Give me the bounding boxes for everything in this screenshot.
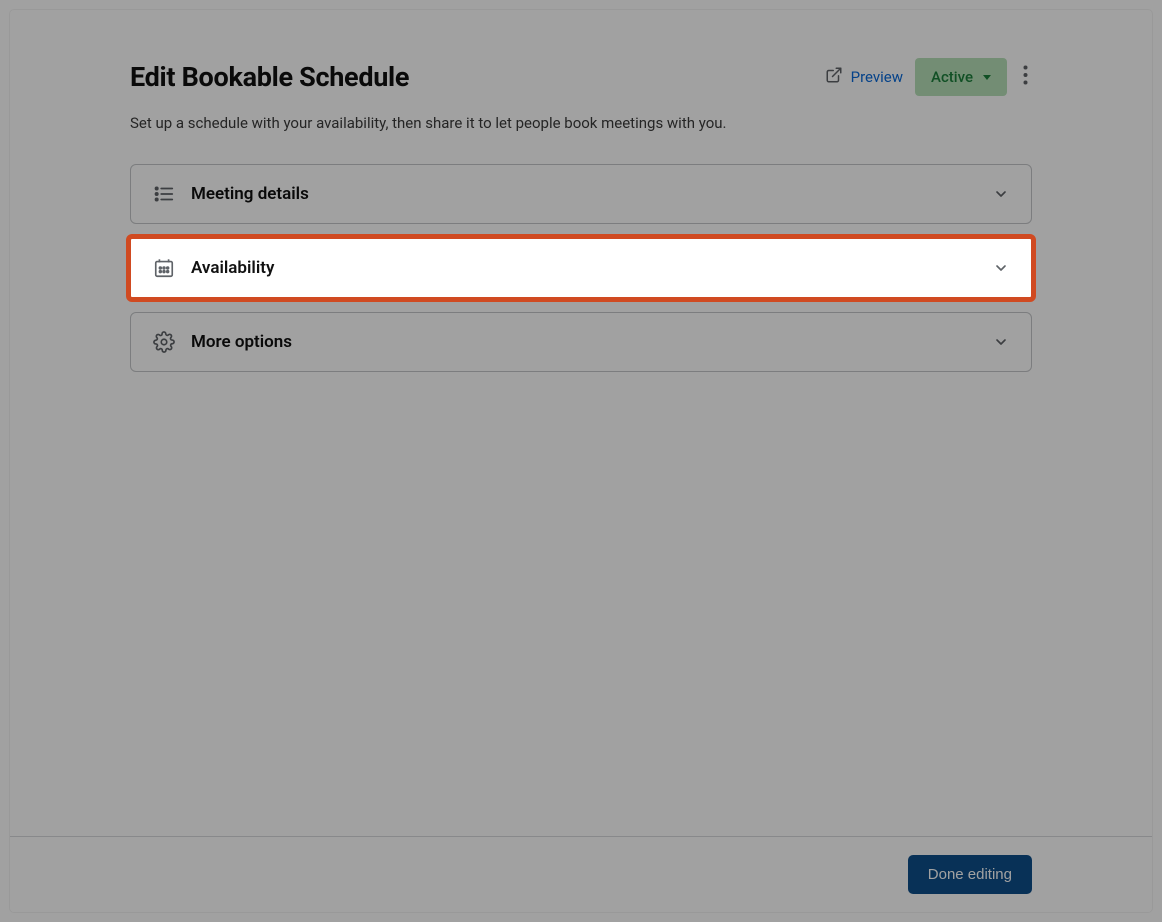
header-row: Edit Bookable Schedule Preview Active <box>130 58 1032 96</box>
calendar-icon <box>153 257 175 279</box>
footer-bar: Done editing <box>10 836 1152 912</box>
accordion-more-options[interactable]: More options <box>130 312 1032 372</box>
external-link-icon <box>825 66 843 88</box>
page-title: Edit Bookable Schedule <box>130 61 409 93</box>
accordion-label: Availability <box>191 258 993 278</box>
accordion-meeting-details[interactable]: Meeting details <box>130 164 1032 224</box>
chevron-down-icon <box>993 334 1009 350</box>
status-label: Active <box>931 68 973 86</box>
list-icon <box>153 183 175 205</box>
header-actions: Preview Active <box>825 58 1032 96</box>
caret-down-icon <box>983 75 991 80</box>
preview-label: Preview <box>851 68 903 86</box>
done-editing-button[interactable]: Done editing <box>908 855 1032 894</box>
main-content: Edit Bookable Schedule Preview Active <box>10 10 1152 836</box>
page-wrapper: Edit Bookable Schedule Preview Active <box>10 10 1152 912</box>
status-dropdown[interactable]: Active <box>915 58 1007 96</box>
accordion-label: Meeting details <box>191 184 993 204</box>
gear-icon <box>153 331 175 353</box>
preview-link[interactable]: Preview <box>825 66 903 88</box>
page-description: Set up a schedule with your availability… <box>130 114 1032 132</box>
kebab-menu-button[interactable] <box>1019 61 1032 93</box>
accordion-availability-highlight[interactable]: Availability <box>126 234 1036 302</box>
chevron-down-icon <box>993 186 1009 202</box>
accordion-label: More options <box>191 332 993 352</box>
chevron-down-icon <box>993 260 1009 276</box>
